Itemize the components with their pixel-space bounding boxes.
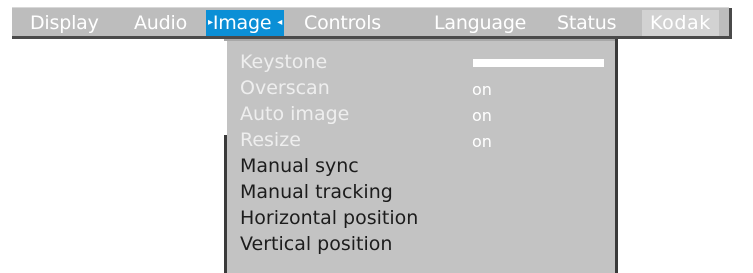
horizontal-position-item[interactable]: Horizontal position (240, 205, 418, 231)
menu-controls[interactable]: Controls (304, 10, 381, 36)
menu-image-label: Image (212, 12, 272, 34)
dropdown-left-edge (224, 135, 227, 273)
overscan-value: on (472, 80, 492, 99)
menu-audio[interactable]: Audio (134, 10, 187, 36)
menu-display[interactable]: Display (30, 10, 99, 36)
menu-bar-shadow-right (729, 8, 732, 39)
keystone-item[interactable]: Keystone (240, 49, 327, 75)
selected-left-arrow-icon: ▸ (208, 16, 213, 28)
vertical-position-item[interactable]: Vertical position (240, 231, 392, 257)
selected-right-arrow-icon: ◂ (277, 16, 283, 28)
auto-image-item[interactable]: Auto image (240, 101, 349, 127)
menu-language[interactable]: Language (434, 10, 526, 36)
overscan-item[interactable]: Overscan (240, 75, 330, 101)
keystone-slider[interactable] (473, 59, 604, 67)
menu-status[interactable]: Status (557, 10, 617, 36)
manual-sync-item[interactable]: Manual sync (240, 153, 359, 179)
dropdown-right-edge (615, 39, 618, 273)
auto-image-value: on (472, 106, 492, 125)
menu-image[interactable]: ▸Image ◂ (206, 10, 285, 36)
menu-kodak[interactable]: Kodak (642, 10, 719, 36)
manual-tracking-item[interactable]: Manual tracking (240, 179, 393, 205)
resize-value: on (472, 132, 492, 151)
resize-item[interactable]: Resize (240, 127, 301, 153)
